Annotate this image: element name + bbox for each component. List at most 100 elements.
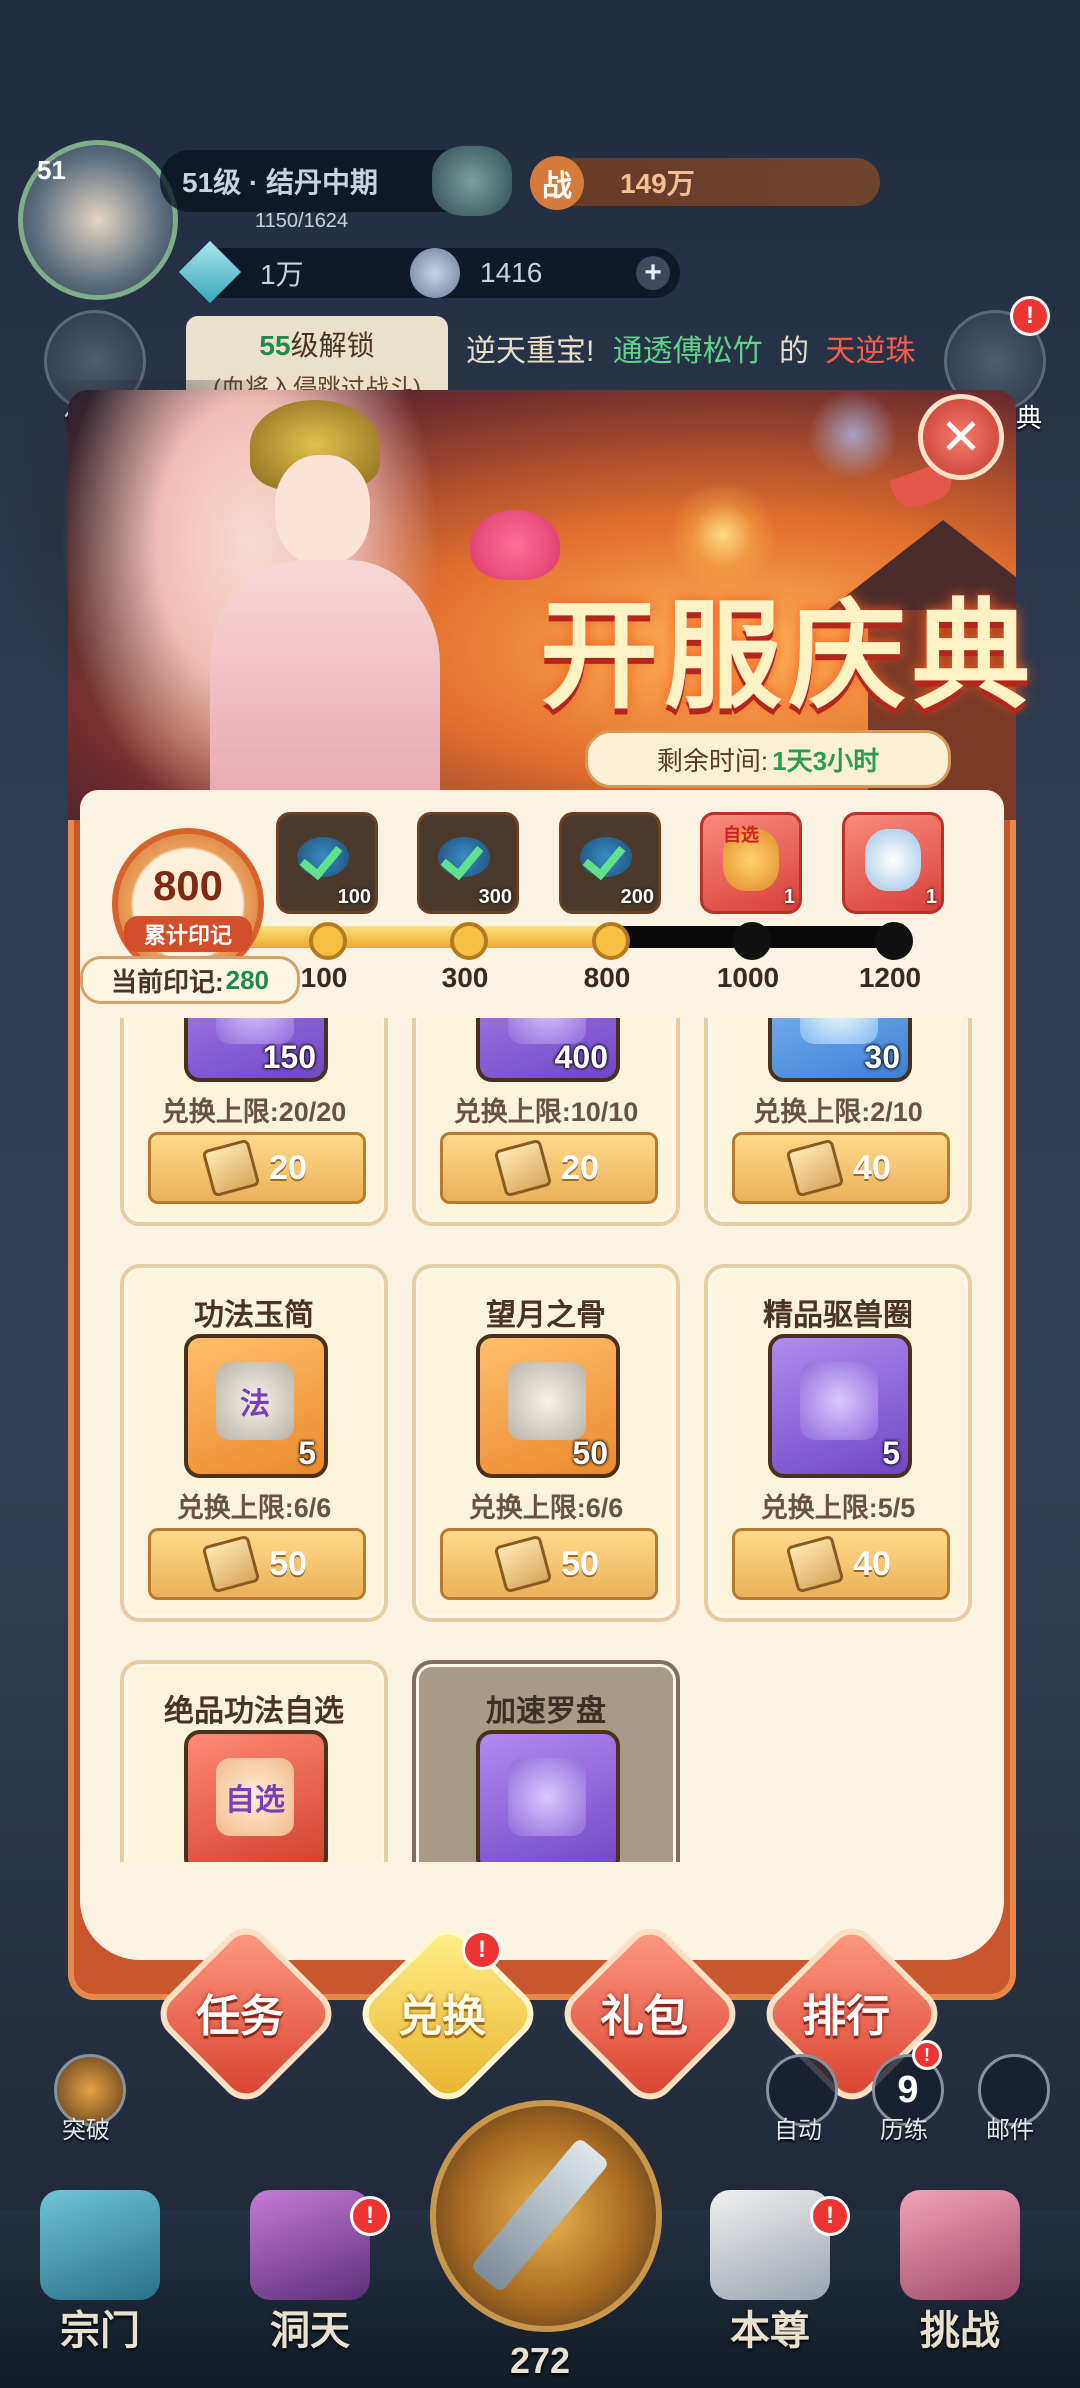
item-icon[interactable]: [476, 1730, 620, 1862]
item-glyph-icon: [508, 1362, 586, 1440]
firework-2: [808, 390, 898, 480]
exchange-limit: 兑换上限:10/10: [453, 1097, 639, 1127]
trial-label: 历练: [880, 2117, 928, 2144]
milestone-node: [733, 922, 771, 960]
exchange-limit: 兑换上限:20/20: [161, 1097, 347, 1127]
news-user: 通透傅松竹: [612, 335, 763, 368]
exchange-button[interactable]: 50: [148, 1528, 366, 1600]
milestone-reward[interactable]: 200: [559, 812, 661, 914]
item-glyph-icon: 法: [216, 1362, 294, 1440]
mark-scroll-icon: [785, 1534, 845, 1594]
current-marks: 当前印记: 280: [80, 956, 300, 1004]
currency-2-plus[interactable]: +: [636, 256, 670, 290]
mark-scroll-icon: [493, 1138, 553, 1198]
milestone-node: [309, 922, 347, 960]
item-icon[interactable]: 50: [476, 1334, 620, 1478]
coin-icon: [410, 248, 460, 298]
reward-count: 300: [478, 886, 512, 908]
currency-2-value: 1416: [480, 257, 543, 288]
price-value: 40: [853, 1544, 891, 1583]
nav-item-label[interactable]: 本尊: [695, 2298, 845, 2356]
exchange-button[interactable]: 40: [732, 1132, 950, 1204]
exchange-card[interactable]: 30 兑换上限:2/10 40: [704, 1018, 972, 1226]
exchange-grid[interactable]: 150 兑换上限:20/20 20 400 兑换上限:10/10 20 30 兑换上限:2/1…: [100, 1018, 980, 1862]
item-icon[interactable]: 自选: [184, 1730, 328, 1862]
timer-pill: 剩余时间: 1天3小时: [585, 730, 951, 788]
nav-item-label[interactable]: 宗门: [25, 2298, 175, 2356]
player-avatar[interactable]: 51: [18, 140, 178, 300]
marks-total: 800: [152, 862, 224, 909]
item-icon[interactable]: 30: [768, 1018, 912, 1082]
level-badge: 51: [37, 155, 66, 185]
reward-count: 200: [620, 886, 654, 908]
milestone-reward[interactable]: 100: [276, 812, 378, 914]
nav-item-label[interactable]: 挑战: [885, 2298, 1035, 2356]
item-glyph-icon: [800, 1362, 878, 1440]
close-button[interactable]: ✕: [918, 394, 1004, 480]
claimed-check-icon: [580, 837, 632, 877]
unlock-level: 55: [259, 330, 291, 361]
mail-label: 邮件: [986, 2117, 1034, 2144]
breakthrough-label: 突破: [62, 2117, 110, 2144]
milestone-reward[interactable]: 1: [842, 812, 944, 914]
current-value: 280: [225, 964, 270, 995]
exp-text: 1150/1624: [255, 210, 349, 232]
item-quantity: 5: [882, 1435, 900, 1471]
price-value: 50: [561, 1544, 599, 1583]
exchange-card[interactable]: 望月之骨 50 兑换上限:6/6 50: [412, 1264, 680, 1622]
item-icon[interactable]: 400: [476, 1018, 620, 1082]
mark-scroll-icon: [785, 1138, 845, 1198]
tab-label: 兑换: [398, 1992, 486, 2041]
unlock-text: 级解锁: [290, 330, 375, 361]
price-value: 50: [269, 1544, 307, 1583]
current-label: 当前印记:: [110, 966, 224, 997]
progress-fill: [230, 926, 617, 948]
exchange-card[interactable]: 150 兑换上限:20/20 20: [120, 1018, 388, 1226]
exchange-button[interactable]: 20: [440, 1132, 658, 1204]
power-value: 149万: [620, 168, 695, 199]
exchange-limit: 兑换上限:2/10: [753, 1097, 923, 1127]
timer-value: 1天3小时: [772, 745, 880, 776]
exchange-button[interactable]: 50: [440, 1528, 658, 1600]
nav-item-icon[interactable]: [40, 2190, 160, 2300]
milestone-node: [450, 922, 488, 960]
item-glyph-text: 法: [240, 1388, 270, 1421]
side-right-badge: !: [1010, 296, 1050, 336]
reward-badge: 自选: [723, 825, 759, 845]
item-glyph-icon: 自选: [216, 1758, 294, 1836]
item-name: 加速罗盘: [486, 1695, 606, 1728]
currency-1-value: 1万: [260, 259, 304, 290]
milestone-reward[interactable]: 自选 1: [700, 812, 802, 914]
auto-label: 自动: [774, 2117, 822, 2144]
exchange-button[interactable]: 40: [732, 1528, 950, 1600]
trial-count: 9: [897, 2068, 919, 2111]
milestone-reward[interactable]: 300: [417, 812, 519, 914]
cauldron-icon[interactable]: [432, 146, 512, 216]
item-icon[interactable]: 5: [768, 1334, 912, 1478]
tab-badge: !: [462, 1930, 502, 1970]
modal-title: 开服庆典: [540, 586, 1037, 725]
claimed-check-icon: [297, 837, 349, 877]
exchange-card[interactable]: 400 兑换上限:10/10 20: [412, 1018, 680, 1226]
price-value: 20: [561, 1148, 599, 1187]
nav-item-label[interactable]: 洞天: [235, 2298, 385, 2356]
exchange-card[interactable]: 加速罗盘: [412, 1660, 680, 1862]
exchange-card[interactable]: 功法玉简法 5 兑换上限:6/6 50: [120, 1264, 388, 1622]
exchange-button[interactable]: 20: [148, 1132, 366, 1204]
character-dress: [210, 560, 440, 820]
news-item: 天逆珠: [825, 335, 916, 368]
exchange-card[interactable]: 绝品功法自选 自选: [120, 1660, 388, 1862]
exchange-card[interactable]: 精品驱兽圈 5 兑换上限:5/5 40: [704, 1264, 972, 1622]
item-quantity: 400: [554, 1039, 608, 1075]
nav-item-icon[interactable]: [900, 2190, 1020, 2300]
nav-badge: !: [350, 2196, 390, 2236]
item-icon[interactable]: 法5: [184, 1334, 328, 1478]
power-icon: 战: [530, 156, 584, 210]
character-face: [275, 455, 370, 565]
item-icon[interactable]: 150: [184, 1018, 328, 1082]
item-name: 功法玉简: [194, 1299, 314, 1332]
price-value: 20: [269, 1148, 307, 1187]
tab-label: 排行: [802, 1992, 890, 2041]
mark-scroll-icon: [201, 1534, 261, 1594]
tab-label: 礼包: [600, 1992, 688, 2041]
